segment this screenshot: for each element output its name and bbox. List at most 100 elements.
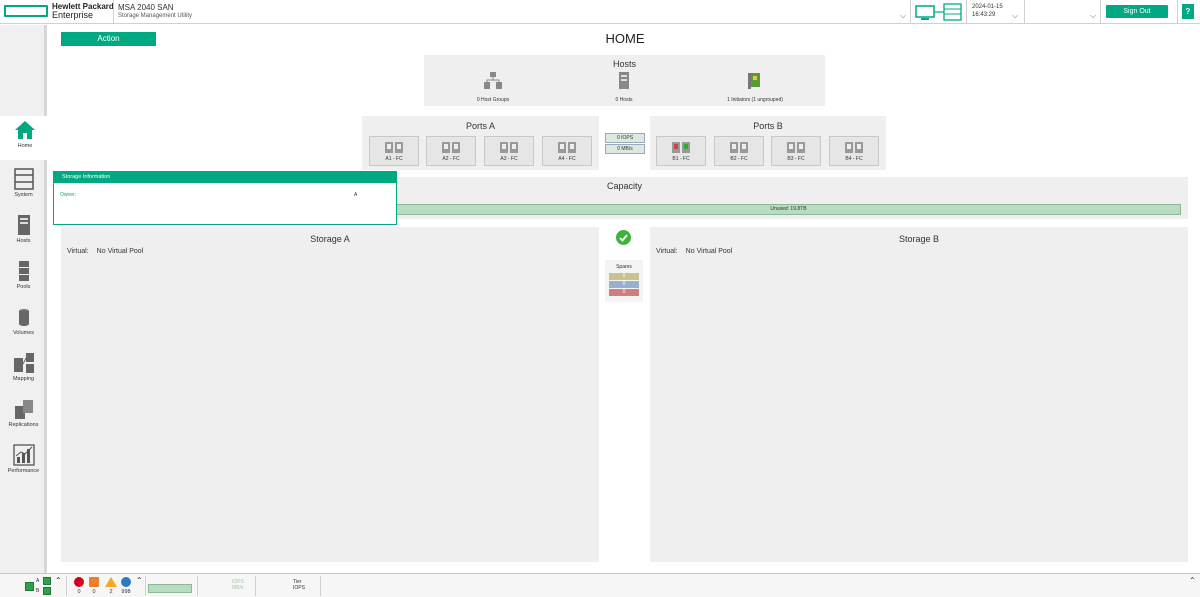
- spares-dynamic-bar: 0: [609, 289, 639, 296]
- virtual-label: Virtual:: [656, 248, 678, 255]
- port-label: B4 - FC: [845, 156, 863, 162]
- header-divider: [1177, 0, 1178, 24]
- top-header: Hewlett Packard Enterprise MSA 2040 SAN …: [0, 0, 1200, 24]
- fc-port-icon: [730, 142, 748, 153]
- home-icon: [15, 121, 35, 139]
- action-button[interactable]: Action: [61, 32, 156, 46]
- capacity-mini-bar[interactable]: [148, 584, 192, 593]
- sidebar-item-home[interactable]: Home: [0, 116, 50, 160]
- health-expand-chevron-icon[interactable]: ⌃: [55, 576, 62, 585]
- mapping-icon: [13, 353, 34, 373]
- fc-port-icon: [672, 142, 690, 153]
- info-alert-icon[interactable]: [121, 577, 131, 587]
- spares-panel[interactable]: Spares 0 0 0: [605, 260, 643, 302]
- replications-icon: [14, 400, 33, 419]
- system-dropdown-chevron-icon[interactable]: ⌵: [900, 11, 906, 21]
- port-label: A1 - FC: [385, 156, 403, 162]
- port-a4[interactable]: A4 - FC: [542, 136, 592, 166]
- sidebar-item-label: Hosts: [16, 238, 31, 244]
- status-footer: A B ⌃ 0 0 2 998 ⌃ IOPS MB/s Tier IOPS ⌃: [0, 573, 1200, 597]
- fc-port-icon: [787, 142, 805, 153]
- hosts-panel-title: Hosts: [612, 59, 636, 69]
- host-groups-item[interactable]: 0 Host Groups: [448, 72, 538, 103]
- system-status-icon[interactable]: [914, 3, 964, 21]
- sidebar-item-label: Pools: [16, 284, 31, 290]
- port-label: B2 - FC: [730, 156, 748, 162]
- storage-b-panel[interactable]: Storage B Virtual: No Virtual Pool: [650, 227, 1188, 562]
- overall-health-check-icon: [25, 582, 34, 591]
- sign-out-button[interactable]: Sign Out: [1106, 5, 1168, 18]
- storage-information-popup: Storage Information Owner: A: [53, 171, 397, 225]
- sidebar-item-label: Replications: [8, 422, 39, 428]
- spares-dedicated-bar: 0: [609, 281, 639, 288]
- hosts-icon: [17, 215, 30, 235]
- fc-port-icon: [500, 142, 518, 153]
- sidebar-item-label: Volumes: [12, 330, 35, 336]
- storage-a-panel[interactable]: Storage A Virtual: No Virtual Pool: [61, 227, 599, 562]
- spares-title: Spares: [616, 264, 632, 270]
- host-groups-count: 0 Host Groups: [476, 97, 510, 103]
- hpe-logo: [4, 5, 48, 17]
- ports-a-title: Ports A: [465, 121, 495, 131]
- port-label: A3 - FC: [500, 156, 518, 162]
- port-b4[interactable]: B4 - FC: [829, 136, 879, 166]
- sidebar-item-system[interactable]: System: [0, 165, 47, 209]
- sidebar-item-mapping[interactable]: Mapping: [0, 349, 47, 393]
- error-alert-icon[interactable]: [89, 577, 99, 587]
- port-label: A2 - FC: [442, 156, 460, 162]
- host-server-icon: [619, 72, 629, 89]
- warning-alert-icon[interactable]: [105, 577, 117, 587]
- error-alert-count: 0: [92, 589, 96, 595]
- footer-divider: [320, 576, 321, 596]
- info-alert-count: 998: [121, 589, 131, 595]
- port-a3[interactable]: A3 - FC: [484, 136, 534, 166]
- controller-b-label: B: [36, 588, 40, 594]
- system-icon: [13, 168, 34, 190]
- port-a2[interactable]: A2 - FC: [426, 136, 476, 166]
- spares-global-bar: 0: [609, 273, 639, 280]
- product-name: MSA 2040 SAN: [118, 3, 174, 12]
- footer-divider: [197, 576, 198, 596]
- controller-a-label: A: [36, 578, 40, 584]
- date-text: 2024-01-15: [972, 4, 1003, 10]
- fc-port-icon: [442, 142, 460, 153]
- initiators-count: 1 Initiators (1 ungrouped): [727, 97, 783, 103]
- owner-value: A: [354, 192, 358, 198]
- initiators-item[interactable]: 1 Initiators (1 ungrouped): [710, 72, 800, 103]
- pools-icon: [18, 261, 29, 281]
- footer-mbs-label: MB/s: [232, 585, 244, 591]
- date-time: 2024-01-15 16:43:29: [972, 3, 1003, 19]
- header-divider: [1024, 0, 1025, 24]
- fc-port-icon: [558, 142, 576, 153]
- health-ok-icon: [616, 230, 631, 245]
- capacity-unused-bar[interactable]: Unused: 19.8TB: [396, 204, 1181, 215]
- sidebar: Home System Hosts Pools Volumes Mapping …: [0, 25, 50, 573]
- footer-divider: [66, 576, 67, 596]
- footer-expand-chevron-icon[interactable]: ⌃: [1189, 576, 1196, 585]
- sidebar-item-pools[interactable]: Pools: [0, 257, 47, 301]
- help-button[interactable]: ?: [1182, 4, 1194, 19]
- port-b2[interactable]: B2 - FC: [714, 136, 764, 166]
- time-text: 16:43:29: [972, 12, 996, 18]
- header-divider: [966, 0, 967, 24]
- port-label: A4 - FC: [558, 156, 576, 162]
- brand-line-2: Enterprise: [52, 10, 94, 20]
- critical-alert-count: 0: [77, 589, 81, 595]
- user-menu-chevron-icon[interactable]: ⌵: [1090, 11, 1096, 21]
- sidebar-item-replications[interactable]: Replications: [0, 395, 47, 439]
- storage-a-virtual: Virtual: No Virtual Pool: [67, 248, 151, 255]
- sidebar-item-hosts[interactable]: Hosts: [0, 211, 47, 255]
- hosts-item[interactable]: 0 Hosts: [579, 72, 669, 103]
- sidebar-item-volumes[interactable]: Volumes: [0, 303, 47, 347]
- footer-divider: [255, 576, 256, 596]
- sidebar-item-performance[interactable]: Performance: [0, 441, 47, 485]
- header-divider: [910, 0, 911, 24]
- port-b3[interactable]: B3 - FC: [771, 136, 821, 166]
- port-a1[interactable]: A1 - FC: [369, 136, 419, 166]
- critical-alert-icon[interactable]: [74, 577, 84, 587]
- sidebar-item-label: Mapping: [12, 376, 35, 382]
- alerts-expand-chevron-icon[interactable]: ⌃: [136, 576, 143, 585]
- datetime-chevron-icon[interactable]: ⌵: [1012, 11, 1018, 21]
- ports-b-title: Ports B: [753, 121, 783, 131]
- port-b1[interactable]: B1 - FC: [656, 136, 706, 166]
